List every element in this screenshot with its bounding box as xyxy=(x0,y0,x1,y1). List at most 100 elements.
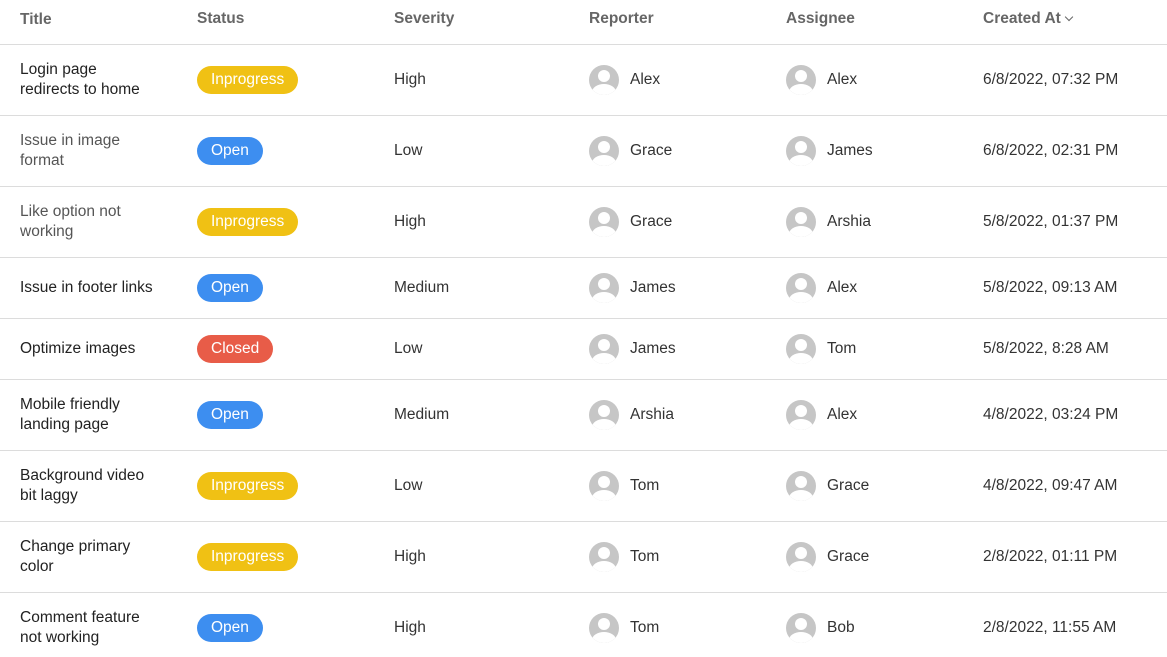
severity-cell: High xyxy=(394,213,426,230)
assignee-person: Alex xyxy=(786,400,983,430)
created-at-cell: 5/8/2022, 8:28 AM xyxy=(983,340,1109,357)
reporter-person: Grace xyxy=(589,136,786,166)
reporter-person: Tom xyxy=(589,613,786,643)
status-cell: Closed xyxy=(197,335,394,363)
table-header: Title Status Severity Reporter Assignee … xyxy=(0,0,1167,45)
reporter-name: Grace xyxy=(630,142,673,159)
column-header-reporter[interactable]: Reporter xyxy=(589,10,786,28)
assignee-person: Bob xyxy=(786,613,983,643)
reporter-name: Grace xyxy=(630,213,673,230)
table-body: Login page redirects to home Inprogress Hig… xyxy=(0,45,1167,657)
reporter-cell: Alex xyxy=(589,65,786,95)
assignee-person: Grace xyxy=(786,471,983,501)
assignee-name: James xyxy=(827,142,873,159)
avatar-icon xyxy=(589,136,619,166)
reporter-name: Tom xyxy=(630,477,660,494)
issue-title[interactable]: Issue in footer links xyxy=(0,278,197,298)
avatar-icon xyxy=(589,471,619,501)
avatar-icon xyxy=(589,334,619,364)
issue-title-line: Background video xyxy=(20,467,145,484)
table-row[interactable]: Like option not working Inprogress High Grac… xyxy=(0,187,1167,258)
assignee-person: Arshia xyxy=(786,207,983,237)
assignee-person: Grace xyxy=(786,542,983,572)
status-cell: Open xyxy=(197,137,394,165)
assignee-name: Tom xyxy=(827,340,857,357)
reporter-cell: James xyxy=(589,334,786,364)
created-at-cell: 4/8/2022, 09:47 AM xyxy=(983,477,1118,494)
issue-title[interactable]: Mobile friendly landing page xyxy=(0,395,197,435)
reporter-name: Tom xyxy=(630,548,660,565)
table-row[interactable]: Login page redirects to home Inprogress Hig… xyxy=(0,45,1167,116)
assignee-cell: Tom xyxy=(786,334,983,364)
reporter-name: Alex xyxy=(630,71,661,88)
reporter-cell: Tom xyxy=(589,471,786,501)
issue-title-line: working xyxy=(20,223,74,240)
column-header-created-at[interactable]: Created At xyxy=(983,10,1167,28)
column-header-status[interactable]: Status xyxy=(197,10,394,28)
created-at-label: Created At xyxy=(983,10,1061,27)
issue-title[interactable]: Login page redirects to home xyxy=(0,60,197,100)
table-row[interactable]: Comment feature not working Open High Tom Bob… xyxy=(0,593,1167,657)
reporter-cell: Grace xyxy=(589,207,786,237)
issue-title-line: format xyxy=(20,152,64,169)
assignee-cell: Grace xyxy=(786,542,983,572)
reporter-cell: James xyxy=(589,273,786,303)
status-cell: Inprogress xyxy=(197,472,394,500)
column-header-assignee[interactable]: Assignee xyxy=(786,10,983,28)
severity-cell: Low xyxy=(394,142,423,159)
issue-title[interactable]: Background video bit laggy xyxy=(0,466,197,506)
created-at-cell: 6/8/2022, 07:32 PM xyxy=(983,71,1119,88)
reporter-person: Grace xyxy=(589,207,786,237)
issue-title[interactable]: Change primary color xyxy=(0,537,197,577)
table-row[interactable]: Issue in image format Open Low Grace James 6/8… xyxy=(0,116,1167,187)
created-at-cell: 5/8/2022, 01:37 PM xyxy=(983,213,1119,230)
assignee-cell: Arshia xyxy=(786,207,983,237)
reporter-person: Arshia xyxy=(589,400,786,430)
column-header-severity[interactable]: Severity xyxy=(394,10,589,28)
status-badge: Open xyxy=(197,274,263,302)
status-badge: Inprogress xyxy=(197,208,299,236)
avatar-icon xyxy=(786,273,816,303)
issue-title-line: Optimize images xyxy=(20,340,136,357)
issue-title-line: Issue in image xyxy=(20,132,120,149)
issue-title-line: not working xyxy=(20,629,100,646)
issue-title-line: Login page xyxy=(20,61,97,78)
avatar-icon xyxy=(786,542,816,572)
assignee-cell: Alex xyxy=(786,65,983,95)
issue-title[interactable]: Comment feature not working xyxy=(0,608,197,648)
assignee-cell: Grace xyxy=(786,471,983,501)
avatar-icon xyxy=(786,334,816,364)
avatar-icon xyxy=(786,471,816,501)
assignee-cell: Alex xyxy=(786,273,983,303)
status-cell: Inprogress xyxy=(197,543,394,571)
assignee-name: Arshia xyxy=(827,213,871,230)
avatar-icon xyxy=(589,273,619,303)
issue-title-line: redirects to home xyxy=(20,81,140,98)
reporter-name: James xyxy=(630,279,676,296)
avatar-icon xyxy=(786,65,816,95)
status-badge: Open xyxy=(197,137,263,165)
status-cell: Open xyxy=(197,274,394,302)
reporter-person: Tom xyxy=(589,471,786,501)
created-at-cell: 2/8/2022, 01:11 PM xyxy=(983,548,1118,565)
table-row[interactable]: Issue in footer links Open Medium James Alex… xyxy=(0,258,1167,319)
issue-title[interactable]: Like option not working xyxy=(0,202,197,242)
table-row[interactable]: Mobile friendly landing page Open Medium Ars… xyxy=(0,380,1167,451)
issue-title[interactable]: Issue in image format xyxy=(0,131,197,171)
table-row[interactable]: Change primary color Inprogress High Tom Grac… xyxy=(0,522,1167,593)
reporter-person: James xyxy=(589,334,786,364)
table-row[interactable]: Optimize images Closed Low James Tom 5/8/2022… xyxy=(0,319,1167,380)
column-header-title[interactable]: Title xyxy=(0,10,197,30)
avatar-icon xyxy=(589,542,619,572)
table-row[interactable]: Background video bit laggy Inprogress Low To… xyxy=(0,451,1167,522)
issue-title[interactable]: Optimize images xyxy=(0,339,197,359)
assignee-cell: James xyxy=(786,136,983,166)
avatar-icon xyxy=(786,136,816,166)
avatar-icon xyxy=(589,207,619,237)
issue-title-line: Issue in footer links xyxy=(20,279,153,296)
reporter-cell: Tom xyxy=(589,613,786,643)
assignee-person: James xyxy=(786,136,983,166)
assignee-name: Grace xyxy=(827,477,870,494)
issue-title-line: Mobile friendly xyxy=(20,396,120,413)
assignee-cell: Alex xyxy=(786,400,983,430)
